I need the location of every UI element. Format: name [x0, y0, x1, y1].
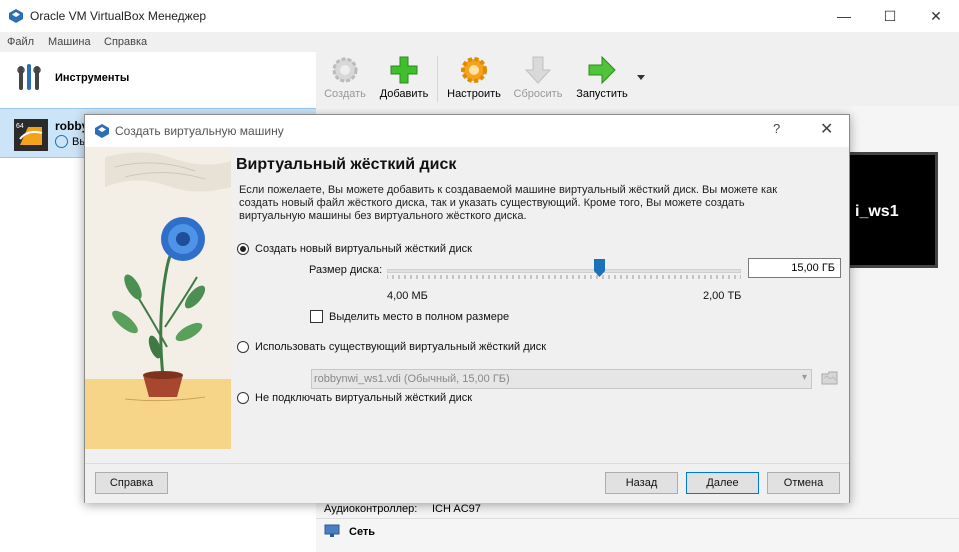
radio-create-new-disk-label[interactable]: Создать новый виртуальный жёсткий диск: [255, 243, 472, 255]
preview-text: i_ws1: [855, 203, 899, 220]
start-dropdown-arrow-icon[interactable]: [637, 75, 645, 81]
radio-use-existing-disk[interactable]: [237, 341, 249, 353]
existing-disk-select[interactable]: robbynwi_ws1.vdi (Обычный, 15,00 ГБ) ▾: [311, 369, 812, 389]
create-button[interactable]: Создать: [320, 52, 370, 106]
add-button[interactable]: Добавить: [376, 52, 432, 106]
create-vm-dialog: Создать виртуальную машину ? ✕ Виртуальн…: [84, 114, 850, 503]
tools-item[interactable]: Инструменты: [0, 52, 316, 106]
radio-use-existing-disk-label[interactable]: Использовать существующий виртуальный жё…: [255, 341, 546, 353]
choose-disk-folder-icon[interactable]: [821, 369, 839, 387]
window-title: Oracle VM VirtualBox Менеджер: [30, 9, 207, 23]
preallocate-checkbox[interactable]: [310, 310, 323, 323]
audio-controller-label: Аудиоконтроллер:: [324, 503, 418, 515]
cancel-button[interactable]: Отмена: [767, 472, 840, 494]
dialog-title: Создать виртуальную машину: [115, 124, 284, 138]
disk-size-slider-thumb[interactable]: [593, 259, 605, 277]
os-type-icon: 64: [14, 119, 48, 151]
network-icon: [324, 524, 340, 537]
menu-help[interactable]: Справка: [104, 36, 147, 48]
tools-label: Инструменты: [55, 72, 130, 84]
dialog-close-button[interactable]: ✕: [820, 119, 833, 139]
plus-icon: [390, 56, 418, 84]
radio-no-disk[interactable]: [237, 392, 249, 404]
next-button[interactable]: Далее: [686, 472, 759, 494]
main-toolbar: Создать Добавить Настроить Сбросить Запу…: [318, 52, 959, 106]
vm-preview: i_ws1: [846, 152, 938, 268]
menu-machine[interactable]: Машина: [48, 36, 91, 48]
start-arrow-icon: [588, 55, 616, 85]
menu-file[interactable]: Файл: [7, 36, 34, 48]
maximize-button[interactable]: ☐: [867, 0, 913, 32]
start-button[interactable]: Запустить: [572, 52, 632, 106]
radio-create-new-disk[interactable]: [237, 243, 249, 255]
settings-button[interactable]: Настроить: [444, 52, 504, 106]
disk-size-max-label: 2,00 ТБ: [703, 290, 742, 302]
page-description: Если пожелаете, Вы можете добавить к соз…: [239, 184, 778, 222]
disk-size-label: Размер диска:: [309, 264, 383, 276]
settings-gear-icon: [461, 57, 487, 83]
minimize-button[interactable]: —: [821, 0, 867, 32]
power-off-icon: [55, 135, 68, 148]
wizard-illustration: [85, 147, 231, 449]
dialog-help-button[interactable]: ?: [773, 121, 780, 136]
discard-arrow-icon: [524, 56, 552, 84]
close-window-button[interactable]: ✕: [913, 0, 959, 32]
dialog-body: Виртуальный жёсткий диск Если пожелаете,…: [85, 147, 849, 463]
disk-size-min-label: 4,00 МБ: [387, 290, 428, 302]
page-title: Виртуальный жёсткий диск: [236, 156, 457, 173]
virtualbox-icon: [9, 9, 23, 23]
preallocate-label[interactable]: Выделить место в полном размере: [329, 311, 509, 323]
back-button[interactable]: Назад: [605, 472, 678, 494]
slider-ticks: [387, 275, 741, 279]
virtualbox-icon: [95, 124, 109, 138]
chevron-down-icon: ▾: [801, 372, 807, 383]
arch-badge: 64: [16, 123, 24, 130]
help-button[interactable]: Справка: [95, 472, 168, 494]
wizard-content: Виртуальный жёсткий диск Если пожелаете,…: [235, 155, 845, 455]
discard-button[interactable]: Сбросить: [510, 52, 566, 106]
tools-icon: [17, 64, 41, 90]
existing-disk-value: robbynwi_ws1.vdi (Обычный, 15,00 ГБ): [314, 373, 510, 385]
menu-bar: Файл Машина Справка: [0, 32, 959, 52]
disk-size-input[interactable]: 15,00 ГБ: [748, 258, 841, 278]
dialog-titlebar: Создать виртуальную машину ? ✕: [85, 115, 849, 147]
radio-no-disk-label[interactable]: Не подключать виртуальный жёсткий диск: [255, 392, 472, 404]
dialog-footer: Справка Назад Далее Отмена: [85, 463, 849, 503]
audio-controller-value: ICH AC97: [432, 503, 481, 515]
details-divider: [316, 518, 959, 519]
network-section-title[interactable]: Сеть: [349, 526, 375, 538]
create-gear-icon: [332, 57, 358, 83]
window-titlebar: Oracle VM VirtualBox Менеджер — ☐ ✕: [0, 0, 959, 32]
toolbar-separator: [437, 56, 438, 102]
disk-size-slider[interactable]: [387, 269, 741, 273]
